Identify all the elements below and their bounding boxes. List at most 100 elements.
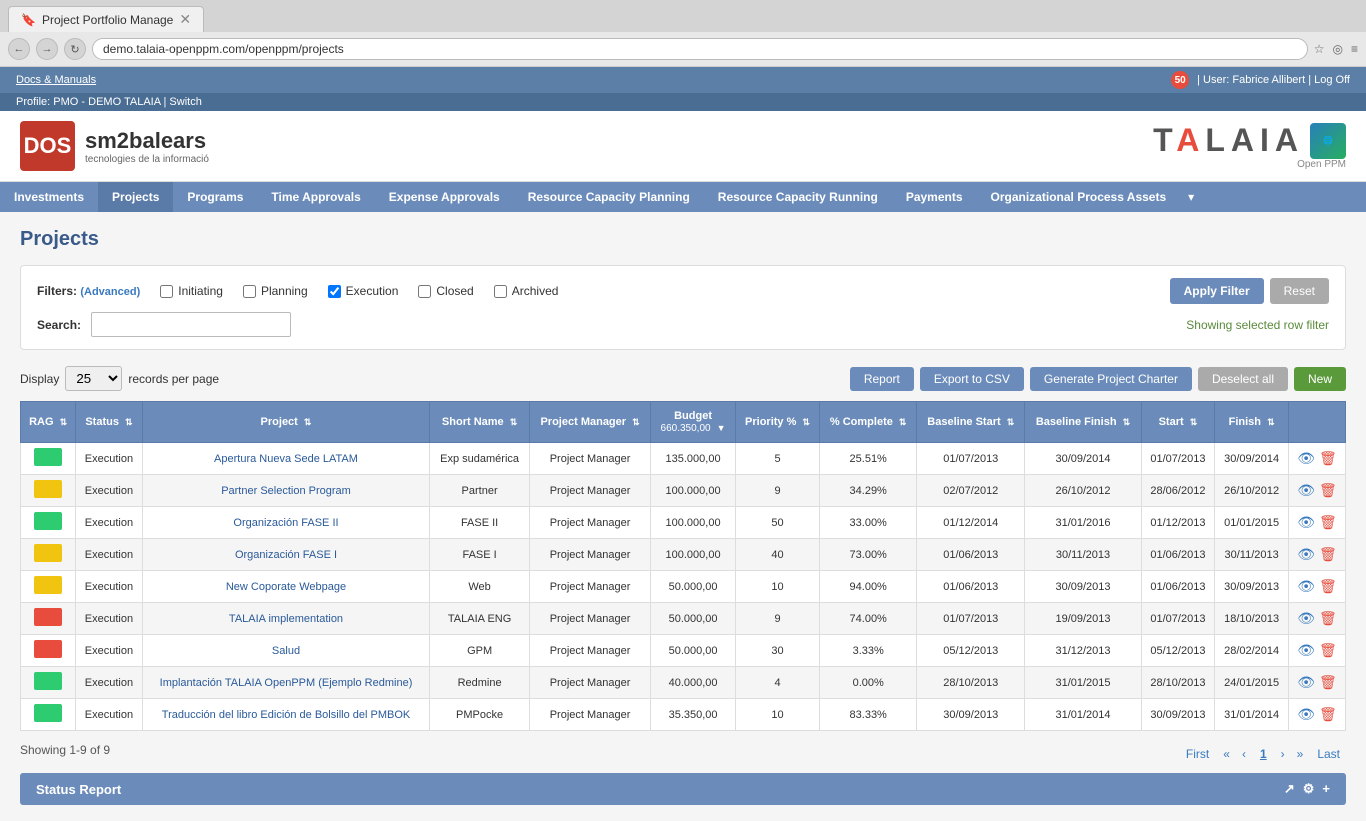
view-icon[interactable]: 👁 <box>1297 642 1315 659</box>
closed-checkbox[interactable] <box>418 285 431 298</box>
col-finish[interactable]: Finish ⇅ <box>1215 402 1289 443</box>
docs-link[interactable]: Docs & Manuals <box>16 74 96 86</box>
col-manager[interactable]: Project Manager ⇅ <box>529 402 650 443</box>
table-row[interactable]: Execution Partner Selection Program Part… <box>21 475 1346 507</box>
bookmark-icon[interactable]: ☆ <box>1314 42 1325 56</box>
project-cell[interactable]: Apertura Nueva Sede LATAM <box>142 443 430 475</box>
view-icon[interactable]: 👁 <box>1297 546 1315 563</box>
filter-closed[interactable]: Closed <box>418 284 473 298</box>
delete-icon[interactable]: 🗑 <box>1319 578 1337 595</box>
table-row[interactable]: Execution Implantación TALAIA OpenPPM (E… <box>21 667 1346 699</box>
view-icon[interactable]: 👁 <box>1297 706 1315 723</box>
apply-filter-button[interactable]: Apply Filter <box>1170 278 1264 304</box>
project-cell[interactable]: Salud <box>142 635 430 667</box>
delete-icon[interactable]: 🗑 <box>1319 674 1337 691</box>
search-input[interactable] <box>91 312 291 337</box>
filter-archived[interactable]: Archived <box>494 284 559 298</box>
nav-payments[interactable]: Payments <box>892 182 977 212</box>
view-icon[interactable]: 👁 <box>1297 482 1315 499</box>
col-rag[interactable]: RAG ⇅ <box>21 402 76 443</box>
report-button[interactable]: Report <box>850 367 914 391</box>
settings-icon[interactable]: ⚙ <box>1303 781 1315 797</box>
page-1-link[interactable]: 1 <box>1254 745 1273 763</box>
delete-icon[interactable]: 🗑 <box>1319 450 1337 467</box>
nav-programs[interactable]: Programs <box>173 182 257 212</box>
col-status[interactable]: Status ⇅ <box>76 402 142 443</box>
execution-checkbox[interactable] <box>328 285 341 298</box>
col-budget[interactable]: Budget660.350,00 ▼ <box>651 402 736 443</box>
nav-investments[interactable]: Investments <box>0 182 98 212</box>
project-cell[interactable]: Partner Selection Program <box>142 475 430 507</box>
project-cell[interactable]: Implantación TALAIA OpenPPM (Ejemplo Red… <box>142 667 430 699</box>
records-per-page-select[interactable]: 25 50 100 <box>65 366 122 391</box>
refresh-button[interactable]: ↻ <box>64 38 86 60</box>
archived-checkbox[interactable] <box>494 285 507 298</box>
nav-more-icon[interactable]: ▾ <box>1180 182 1202 212</box>
next-page-button[interactable]: › <box>1277 745 1289 763</box>
generate-charter-button[interactable]: Generate Project Charter <box>1030 367 1192 391</box>
initiating-checkbox[interactable] <box>160 285 173 298</box>
nav-resource-capacity-running[interactable]: Resource Capacity Running <box>704 182 892 212</box>
reset-button[interactable]: Reset <box>1270 278 1329 304</box>
view-icon[interactable]: 👁 <box>1297 578 1315 595</box>
share-icon[interactable]: ↗ <box>1284 781 1295 797</box>
last-page-link[interactable]: Last <box>1311 745 1346 763</box>
project-cell[interactable]: Organización FASE II <box>142 507 430 539</box>
col-complete[interactable]: % Complete ⇅ <box>820 402 917 443</box>
delete-icon[interactable]: 🗑 <box>1319 482 1337 499</box>
nav-projects[interactable]: Projects <box>98 182 173 212</box>
menu-icon[interactable]: ≡ <box>1351 42 1358 56</box>
delete-icon[interactable]: 🗑 <box>1319 706 1337 723</box>
back-button[interactable]: ← <box>8 38 30 60</box>
nav-expense-approvals[interactable]: Expense Approvals <box>375 182 514 212</box>
nav-time-approvals[interactable]: Time Approvals <box>257 182 374 212</box>
export-csv-button[interactable]: Export to CSV <box>920 367 1024 391</box>
filter-initiating[interactable]: Initiating <box>160 284 223 298</box>
project-cell[interactable]: Traducción del libro Edición de Bolsillo… <box>142 699 430 731</box>
col-short-name[interactable]: Short Name ⇅ <box>430 402 529 443</box>
delete-icon[interactable]: 🗑 <box>1319 546 1337 563</box>
col-project[interactable]: Project ⇅ <box>142 402 430 443</box>
nav-resource-capacity-planning[interactable]: Resource Capacity Planning <box>514 182 704 212</box>
new-button[interactable]: New <box>1294 367 1346 391</box>
profile-label[interactable]: Profile: PMO - DEMO TALAIA | Switch <box>16 96 202 108</box>
planning-checkbox[interactable] <box>243 285 256 298</box>
col-priority[interactable]: Priority % ⇅ <box>735 402 819 443</box>
notification-badge[interactable]: 50 <box>1171 71 1189 89</box>
filter-execution[interactable]: Execution <box>328 284 399 298</box>
first-page-link[interactable]: First <box>1180 745 1215 763</box>
table-row[interactable]: Execution TALAIA implementation TALAIA E… <box>21 603 1346 635</box>
project-cell[interactable]: New Coporate Webpage <box>142 571 430 603</box>
forward-button[interactable]: → <box>36 38 58 60</box>
view-icon[interactable]: 👁 <box>1297 450 1315 467</box>
prev-prev-page-button[interactable]: « <box>1219 745 1234 763</box>
deselect-all-button[interactable]: Deselect all <box>1198 367 1288 391</box>
col-start[interactable]: Start ⇅ <box>1141 402 1215 443</box>
filter-planning[interactable]: Planning <box>243 284 308 298</box>
nav-organizational[interactable]: Organizational Process Assets <box>977 182 1181 212</box>
table-row[interactable]: Execution Traducción del libro Edición d… <box>21 699 1346 731</box>
expand-icon[interactable]: + <box>1322 781 1330 797</box>
table-row[interactable]: Execution Apertura Nueva Sede LATAM Exp … <box>21 443 1346 475</box>
url-bar[interactable] <box>92 38 1308 60</box>
delete-icon[interactable]: 🗑 <box>1319 514 1337 531</box>
col-baseline-start[interactable]: Baseline Start ⇅ <box>917 402 1025 443</box>
project-cell[interactable]: TALAIA implementation <box>142 603 430 635</box>
delete-icon[interactable]: 🗑 <box>1319 610 1337 627</box>
view-icon[interactable]: 👁 <box>1297 610 1315 627</box>
extension-icon[interactable]: ◎ <box>1333 42 1343 56</box>
delete-icon[interactable]: 🗑 <box>1319 642 1337 659</box>
tab-close-button[interactable]: ✕ <box>179 11 191 28</box>
view-icon[interactable]: 👁 <box>1297 514 1315 531</box>
table-row[interactable]: Execution New Coporate Webpage Web Proje… <box>21 571 1346 603</box>
project-cell[interactable]: Organización FASE I <box>142 539 430 571</box>
advanced-filter-link[interactable]: (Advanced) <box>80 286 140 298</box>
prev-page-button[interactable]: ‹ <box>1238 745 1250 763</box>
table-row[interactable]: Execution Salud GPM Project Manager 50.0… <box>21 635 1346 667</box>
view-icon[interactable]: 👁 <box>1297 674 1315 691</box>
browser-tab[interactable]: 🔖 Project Portfolio Manage ✕ <box>8 6 204 32</box>
col-baseline-finish[interactable]: Baseline Finish ⇅ <box>1025 402 1141 443</box>
next-next-page-button[interactable]: » <box>1293 745 1308 763</box>
table-row[interactable]: Execution Organización FASE I FASE I Pro… <box>21 539 1346 571</box>
table-row[interactable]: Execution Organización FASE II FASE II P… <box>21 507 1346 539</box>
